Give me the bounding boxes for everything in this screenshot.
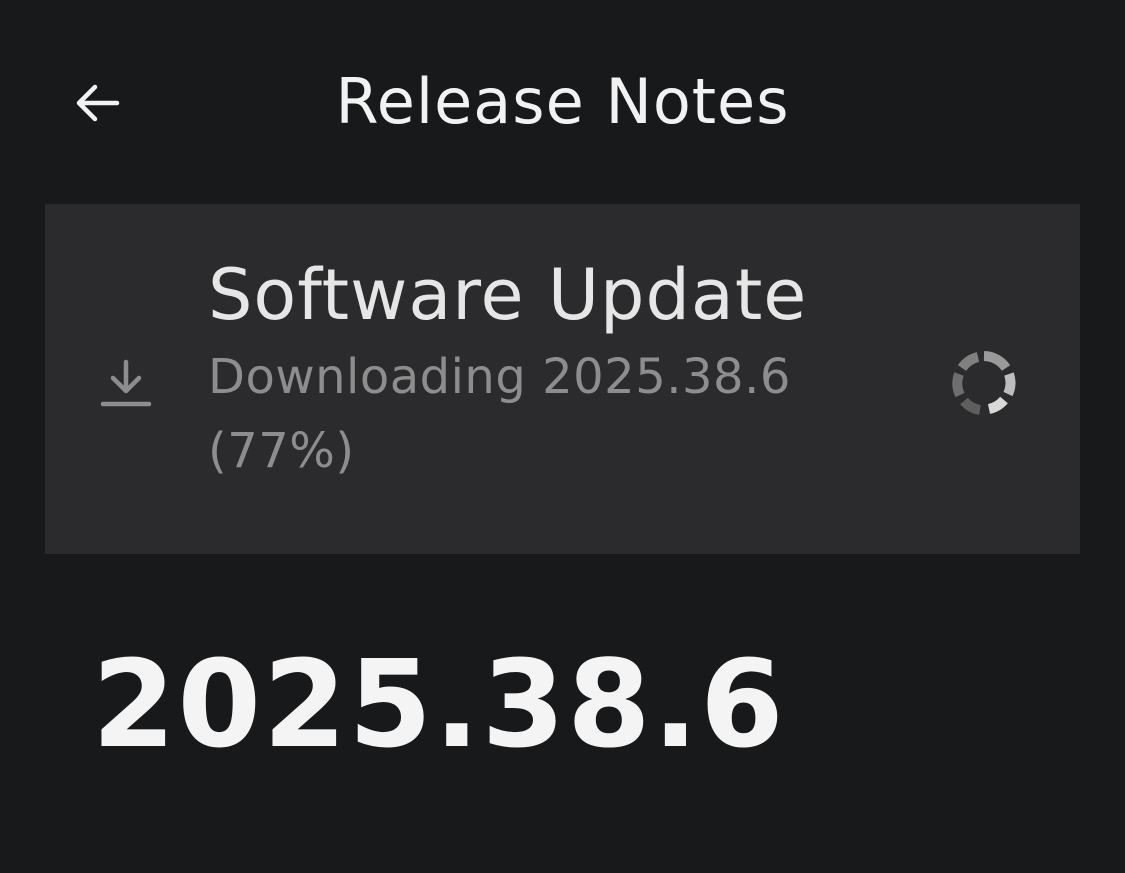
update-progress-percent: (77%) [208,423,355,479]
software-update-card[interactable]: Software Update Downloading 2025.38.6 (7… [45,204,1080,554]
release-notes-screen: Release Notes Software Update Downloadin… [0,0,1125,873]
update-title: Software Update [208,254,808,336]
top-bar: Release Notes [0,0,1125,200]
page-title: Release Notes [335,65,790,138]
version-heading: 2025.38.6 [92,636,786,775]
download-icon [100,359,152,407]
update-status: Downloading 2025.38.6 (77%) [208,350,868,478]
update-status-line: Downloading 2025.38.6 [208,349,791,405]
loading-spinner-icon [952,351,1016,415]
